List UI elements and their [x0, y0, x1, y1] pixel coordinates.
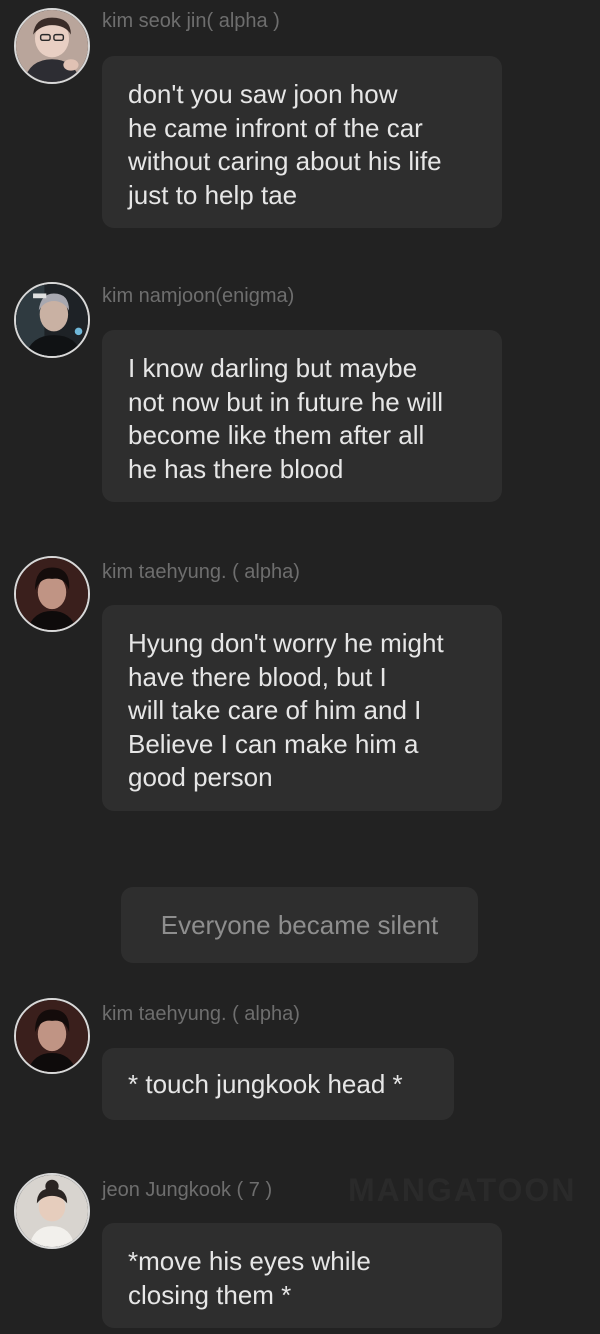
message-line: become like them after all	[128, 420, 425, 450]
avatar-jungkook[interactable]	[14, 1173, 90, 1249]
message-line: good person	[128, 762, 273, 792]
avatar-taehyung-image	[16, 558, 88, 630]
message-line: *move his eyes while	[128, 1246, 371, 1276]
avatar-namjoon-image	[16, 284, 88, 356]
avatar-namjoon[interactable]	[14, 282, 90, 358]
narration-bubble: Everyone became silent	[121, 887, 478, 963]
message-line: not now but in future he will	[128, 386, 444, 417]
message-line: without caring about his life	[128, 146, 442, 176]
message-bubble: * touch jungkook head *	[102, 1048, 454, 1120]
message-line: will take care of him and I	[128, 695, 422, 725]
message-line: Believe I can make him a	[128, 728, 419, 759]
avatar-jungkook-image	[16, 1175, 88, 1247]
sender-name: kim namjoon(enigma)	[102, 285, 295, 307]
sender-name: jeon Jungkook ( 7 )	[102, 1179, 273, 1201]
sender-name: kim seok jin( alpha )	[102, 10, 280, 32]
message-line: he came infront of the car	[128, 112, 423, 143]
message-line: he has there blood	[128, 453, 344, 484]
sender-name: kim taehyung. ( alpha)	[102, 561, 300, 583]
avatar-seokjin-image	[16, 10, 88, 82]
sender-name: kim taehyung. ( alpha)	[102, 1003, 300, 1025]
message-line: Hyung don't worry he might	[128, 628, 444, 658]
watermark: MANGATOON	[348, 1172, 577, 1208]
message-line: just to help tae	[128, 179, 298, 210]
message-line: I know darling but maybe	[128, 353, 418, 383]
message-line: have there blood, but I	[128, 661, 387, 692]
message-line: * touch jungkook head *	[128, 1069, 403, 1099]
message-bubble: *move his eyes while closing them *	[102, 1223, 502, 1328]
avatar-seokjin[interactable]	[14, 8, 90, 84]
avatar-taehyung[interactable]	[14, 556, 90, 632]
message-line: closing them *	[128, 1279, 292, 1310]
message-line: don't you saw joon how	[128, 79, 398, 109]
message-bubble: don't you saw joon how he came infront o…	[102, 56, 502, 228]
message-bubble: Hyung don't worry he might have there bl…	[102, 605, 502, 811]
avatar-taehyung-image	[16, 1000, 88, 1072]
message-bubble: I know darling but maybe not now but in …	[102, 330, 502, 502]
avatar-taehyung[interactable]	[14, 998, 90, 1074]
